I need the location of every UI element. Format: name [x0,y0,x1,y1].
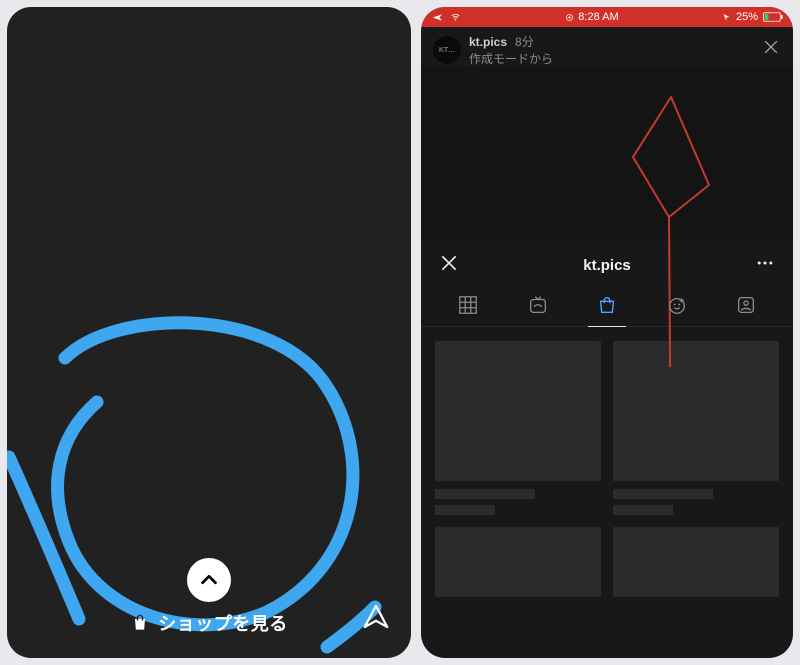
story-username[interactable]: kt.pics [469,35,507,49]
story-view-panel: ショップを見る [7,7,411,658]
product-thumb-placeholder [613,341,779,481]
story-close-button[interactable] [761,37,781,60]
status-bar: 8:28 AM 25% [421,7,793,27]
more-options-button[interactable] [755,253,775,278]
tagged-icon [735,294,757,316]
status-time: 8:28 AM [578,11,618,23]
product-thumb-placeholder [435,341,601,481]
view-shop-label: ショップを見る [158,610,288,636]
battery-percent: 25% [736,11,758,23]
airplane-mode-icon [431,12,444,23]
story-content-area[interactable] [421,67,793,239]
swipe-up-circle[interactable] [187,558,231,602]
placeholder-line [613,505,673,515]
close-icon [439,253,459,273]
tab-shop[interactable] [582,294,632,326]
product-thumb-placeholder [613,527,779,597]
tab-grid[interactable] [443,294,493,326]
product-thumb-placeholder [435,527,601,597]
story-time-ago: 8分 [515,33,534,50]
story-header: KT… kt.pics 8分 作成モードから [421,27,793,67]
sheet-title: kt.pics [583,257,631,274]
product-card-placeholder[interactable] [613,341,779,515]
shopping-bag-icon [596,294,618,316]
effects-icon [666,294,688,316]
sheet-header: kt.pics [421,239,793,288]
product-card-placeholder[interactable] [435,527,601,597]
story-subtitle: 作成モードから [469,50,553,67]
tab-igtv[interactable] [513,294,563,326]
placeholder-line [613,489,713,499]
sheet-close-button[interactable] [439,253,459,278]
wifi-icon [449,12,462,22]
tab-effects[interactable] [652,294,702,326]
swipe-up-area[interactable]: ショップを見る [7,558,411,636]
shopping-bag-icon [130,613,150,633]
profile-tabs [421,288,793,327]
placeholder-line [435,505,495,515]
recording-icon [565,13,574,22]
product-grid [421,327,793,597]
close-icon [761,37,781,57]
grid-icon [457,294,479,316]
tab-tagged[interactable] [721,294,771,326]
product-card-placeholder[interactable] [613,527,779,597]
send-icon[interactable] [361,602,391,632]
product-card-placeholder[interactable] [435,341,601,515]
location-icon [722,12,731,22]
more-horizontal-icon [755,253,775,273]
profile-sheet-panel: 8:28 AM 25% KT… kt.pics 8分 作成モードから [421,7,793,658]
battery-icon [763,12,783,22]
igtv-icon [527,294,549,316]
placeholder-line [435,489,535,499]
chevron-up-icon [198,569,220,591]
avatar[interactable]: KT… [433,36,461,64]
